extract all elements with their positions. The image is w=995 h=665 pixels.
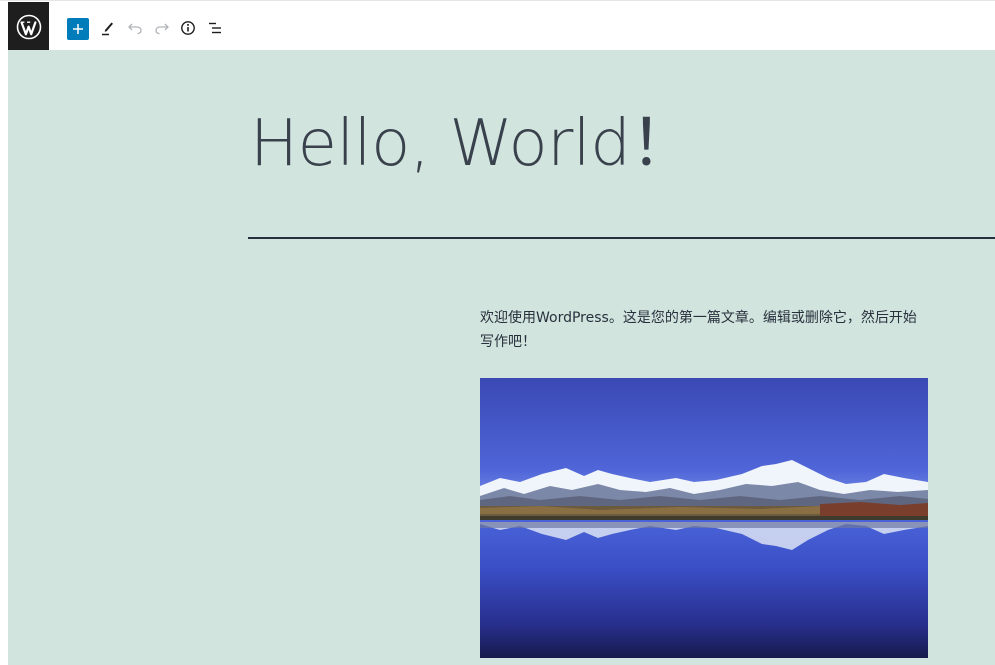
redo-button[interactable] [153,16,171,40]
editor-canvas: Hello, World！ 欢迎使用WordPress。这是您的第一篇文章。编辑… [8,50,995,665]
undo-icon [128,23,142,35]
list-view-button[interactable] [205,16,225,40]
pencil-icon [102,22,113,36]
image-block[interactable] [480,378,928,658]
list-view-icon [209,22,221,34]
add-block-button[interactable] [67,18,89,40]
wordpress-logo-icon [16,14,41,39]
editor-toolbar [0,0,995,51]
details-button[interactable] [179,16,197,40]
block-editor: Hello, World！ 欢迎使用WordPress。这是您的第一篇文章。编辑… [0,0,995,665]
paragraph-block[interactable]: 欢迎使用WordPress。这是您的第一篇文章。编辑或删除它，然后开始写作吧！ [480,306,926,354]
plus-icon [73,24,83,34]
title-separator [248,237,995,239]
post-title[interactable]: Hello, World！ [250,106,694,183]
tools-button[interactable] [99,16,117,40]
redo-icon [155,23,169,35]
info-icon [181,21,195,35]
wordpress-logo-button[interactable] [8,2,49,51]
undo-button[interactable] [126,16,144,40]
